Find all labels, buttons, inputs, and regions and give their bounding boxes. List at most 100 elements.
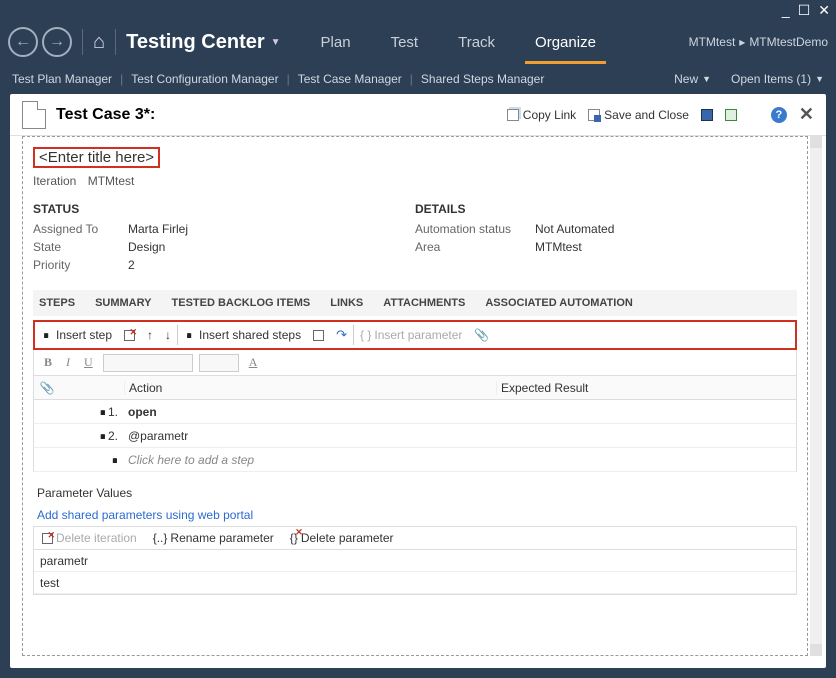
add-shared-parameters-link[interactable]: Add shared parameters using web portal	[33, 504, 257, 526]
action-header: Action	[124, 381, 496, 395]
step-row[interactable]: 2. @parametr	[33, 424, 797, 448]
header-bar: ← → ⌂ Testing Center ▼ Plan Test Track O…	[0, 20, 836, 64]
iteration-row: Iteration MTMtest	[33, 174, 797, 188]
step-type-icon	[106, 455, 118, 465]
add-step-placeholder[interactable]: Click here to add a step	[124, 453, 496, 467]
step-row[interactable]: 1. open	[33, 400, 797, 424]
step-action[interactable]: @parametr	[124, 429, 496, 443]
home-icon[interactable]: ⌂	[93, 31, 105, 54]
paperclip-icon: 📎	[474, 328, 489, 342]
status-heading: STATUS	[33, 202, 415, 216]
parameter-values-heading: Parameter Values	[33, 482, 797, 504]
subnav-test-plan-manager[interactable]: Test Plan Manager	[12, 72, 112, 86]
insert-parameter-button[interactable]: { }Insert parameter	[354, 322, 468, 348]
main-tabs: Plan Test Track Organize	[301, 20, 689, 64]
breadcrumb-sep-icon: ▸	[739, 35, 745, 49]
save-close-icon	[588, 109, 600, 121]
attach-button[interactable]: 📎	[468, 322, 495, 348]
divider	[82, 29, 83, 55]
section-tab-steps[interactable]: STEPS	[39, 297, 75, 309]
document-body: <Enter title here> Iteration MTMtest STA…	[22, 136, 808, 656]
parameter-column-header[interactable]: parametr	[34, 550, 796, 572]
subnav-test-case-manager[interactable]: Test Case Manager	[298, 72, 402, 86]
create-shared-icon	[313, 330, 324, 341]
steps-grid-header: 📎 Action Expected Result	[33, 376, 797, 400]
divider	[115, 29, 116, 55]
tab-plan[interactable]: Plan	[301, 20, 371, 64]
delete-parameter-icon: {✕}	[290, 531, 298, 545]
forward-button[interactable]: →	[42, 27, 72, 57]
delete-iteration-button[interactable]: ✕Delete iteration	[34, 531, 145, 545]
vertical-scrollbar[interactable]	[810, 136, 822, 656]
automation-status-label: Automation status	[415, 222, 535, 236]
close-window-button[interactable]: ✕	[818, 3, 830, 17]
italic-button[interactable]: I	[62, 355, 74, 370]
rename-parameter-button[interactable]: {..}Rename parameter	[145, 531, 282, 545]
move-down-button[interactable]: ↓	[159, 322, 177, 348]
breadcrumb-b[interactable]: MTMtestDemo	[749, 35, 828, 49]
iteration-label: Iteration	[33, 174, 76, 188]
section-tab-automation[interactable]: ASSOCIATED AUTOMATION	[485, 297, 632, 309]
step-action[interactable]: open	[124, 405, 496, 419]
add-step-row[interactable]: Click here to add a step	[33, 448, 797, 472]
copy-link-button[interactable]: Copy Link	[507, 108, 576, 122]
window-titlebar: _ ☐ ✕	[0, 0, 836, 20]
new-dropdown[interactable]: New ▼	[674, 72, 711, 86]
state-value[interactable]: Design	[128, 240, 165, 254]
maximize-button[interactable]: ☐	[798, 3, 811, 17]
tab-test[interactable]: Test	[371, 20, 439, 64]
area-value[interactable]: MTMtest	[535, 240, 582, 254]
help-button[interactable]: ?	[771, 107, 787, 123]
delete-parameter-label: Delete parameter	[301, 531, 394, 545]
tab-track[interactable]: Track	[438, 20, 515, 64]
section-tab-summary[interactable]: SUMMARY	[95, 297, 151, 309]
content-area: Test Case 3*: Copy Link Save and Close ?…	[10, 94, 826, 668]
save-button[interactable]	[701, 109, 713, 121]
breadcrumb-a[interactable]: MTMtest	[689, 35, 736, 49]
shared-steps-icon	[184, 330, 196, 340]
font-size-select[interactable]	[199, 354, 239, 372]
back-button[interactable]: ←	[8, 27, 38, 57]
section-tab-links[interactable]: LINKS	[330, 297, 363, 309]
section-tab-backlog[interactable]: TESTED BACKLOG ITEMS	[172, 297, 311, 309]
subnav-sep: |	[410, 72, 413, 86]
open-items-dropdown[interactable]: Open Items (1) ▼	[731, 72, 824, 86]
redo-button[interactable]: ↷	[330, 322, 353, 348]
tab-organize[interactable]: Organize	[515, 20, 616, 64]
automation-status-value[interactable]: Not Automated	[535, 222, 614, 236]
font-family-select[interactable]	[103, 354, 193, 372]
document-header: Test Case 3*: Copy Link Save and Close ?…	[10, 94, 826, 136]
format-toolbar: B I U A	[33, 350, 797, 376]
refresh-button[interactable]	[725, 109, 737, 121]
chevron-down-icon: ▼	[702, 74, 711, 84]
app-dropdown-caret[interactable]: ▼	[271, 37, 281, 48]
font-color-button[interactable]: A	[245, 355, 262, 370]
minimize-button[interactable]: _	[782, 3, 790, 17]
subnav-shared-steps-manager[interactable]: Shared Steps Manager	[421, 72, 544, 86]
underline-button[interactable]: U	[80, 355, 97, 370]
create-shared-steps-button[interactable]	[307, 322, 330, 348]
close-document-button[interactable]: ✕	[799, 104, 814, 125]
area-label: Area	[415, 240, 535, 254]
rename-icon: {..}	[153, 531, 168, 545]
assigned-to-value[interactable]: Marta Firlej	[128, 222, 188, 236]
parameter-value-cell[interactable]: test	[34, 572, 796, 594]
details-section: DETAILS Automation statusNot Automated A…	[415, 202, 797, 276]
subnav-test-config-manager[interactable]: Test Configuration Manager	[131, 72, 278, 86]
insert-shared-label: Insert shared steps	[199, 328, 301, 342]
priority-value[interactable]: 2	[128, 258, 135, 272]
save-and-close-button[interactable]: Save and Close	[588, 108, 689, 122]
section-tabs: STEPS SUMMARY TESTED BACKLOG ITEMS LINKS…	[33, 290, 797, 316]
delete-step-button[interactable]: ✕	[118, 322, 141, 348]
breadcrumb[interactable]: MTMtest ▸ MTMtestDemo	[689, 35, 828, 49]
iteration-value[interactable]: MTMtest	[88, 174, 135, 188]
delete-parameter-button[interactable]: {✕}Delete parameter	[282, 531, 402, 545]
document-title: Test Case 3*:	[56, 106, 155, 124]
section-tab-attachments[interactable]: ATTACHMENTS	[383, 297, 465, 309]
bold-button[interactable]: B	[40, 355, 56, 370]
title-input[interactable]: <Enter title here>	[33, 147, 160, 168]
insert-shared-steps-button[interactable]: Insert shared steps	[178, 322, 307, 348]
copy-link-label: Copy Link	[523, 108, 576, 122]
move-up-button[interactable]: ↑	[141, 322, 159, 348]
insert-step-button[interactable]: Insert step	[35, 322, 118, 348]
